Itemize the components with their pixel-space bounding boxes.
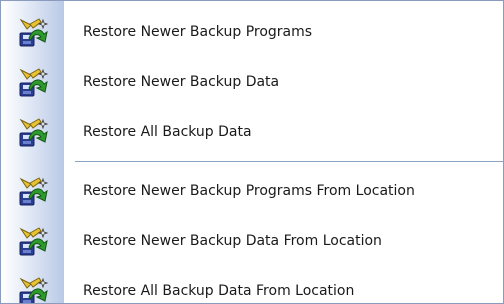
menu-separator: [75, 161, 503, 162]
menu-item-restore-newer-backup-data[interactable]: Restore Newer Backup Data: [1, 57, 503, 107]
restore-all-icon: [19, 277, 48, 303]
menu-item-restore-newer-backup-programs-from-location[interactable]: Restore Newer Backup Programs From Locat…: [1, 166, 503, 216]
menu-item-restore-newer-backup-data-from-location[interactable]: Restore Newer Backup Data From Location: [1, 216, 503, 266]
restore-programs-icon: [19, 177, 48, 206]
restore-all-icon: [19, 118, 48, 147]
restore-programs-icon: [19, 18, 48, 47]
menu-item-label: Restore Newer Backup Data: [83, 74, 280, 90]
menu-item-restore-all-backup-data[interactable]: Restore All Backup Data: [1, 107, 503, 157]
restore-data-icon: [19, 227, 48, 256]
menu-item-restore-newer-backup-programs[interactable]: Restore Newer Backup Programs: [1, 7, 503, 57]
menu-item-label: Restore Newer Backup Programs From Locat…: [83, 183, 415, 199]
menu-item-label: Restore Newer Backup Data From Location: [83, 233, 382, 249]
menu-item-label: Restore All Backup Data From Location: [83, 283, 355, 299]
menu-item-label: Restore Newer Backup Programs: [83, 24, 313, 40]
restore-data-icon: [19, 68, 48, 97]
menu-items: Restore Newer Backup Programs Restore Ne…: [1, 1, 503, 303]
menu-item-label: Restore All Backup Data: [83, 124, 252, 140]
restore-context-menu: Restore Newer Backup Programs Restore Ne…: [0, 0, 504, 304]
menu-item-restore-all-backup-data-from-location[interactable]: Restore All Backup Data From Location: [1, 266, 503, 303]
